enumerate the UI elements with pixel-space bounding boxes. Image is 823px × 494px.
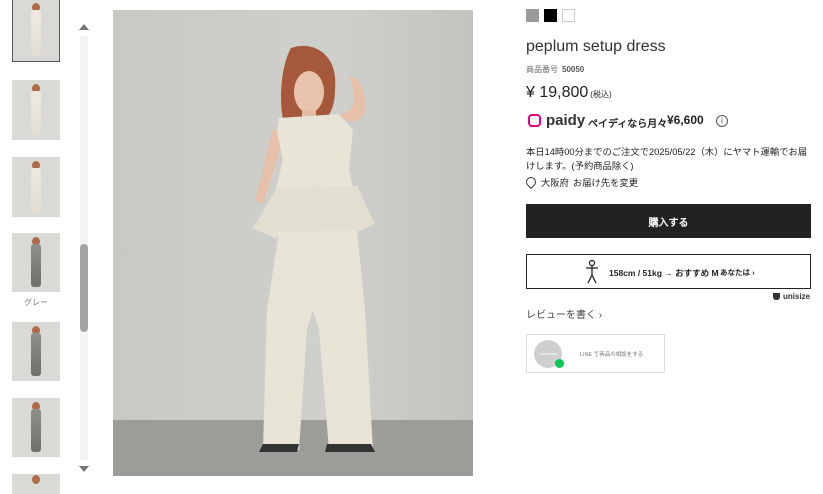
thumbnail-3[interactable] bbox=[12, 157, 60, 217]
tax-note: (税込) bbox=[590, 90, 612, 99]
paidy-monthly-label: ペイディなら月々 bbox=[588, 119, 668, 130]
product-title: peplum setup dress bbox=[526, 38, 666, 55]
location-pin-icon bbox=[523, 174, 539, 190]
product-sku: 商品番号 50050 bbox=[526, 64, 584, 75]
chevron-right-icon: › bbox=[598, 310, 603, 321]
info-icon[interactable]: i bbox=[716, 115, 728, 127]
line-consult-button[interactable]: consultant LINE で商品の相談をする bbox=[526, 334, 665, 373]
product-price: ¥ 19,800 (税込) bbox=[526, 84, 612, 102]
buy-button[interactable]: 購入する bbox=[526, 204, 811, 238]
line-icon bbox=[555, 359, 564, 368]
size-recommendation-text: 158cm / 51kg → おすすめ M bbox=[609, 268, 719, 278]
thumbnail-2[interactable] bbox=[12, 80, 60, 140]
main-product-image[interactable] bbox=[113, 10, 473, 476]
unisize-logo: unisize bbox=[773, 292, 810, 301]
thumbnail-5[interactable] bbox=[12, 322, 60, 381]
paidy-monthly-amount: ¥6,600 bbox=[667, 113, 704, 127]
swatch-black[interactable] bbox=[544, 9, 557, 22]
person-icon bbox=[586, 260, 598, 284]
size-you-link: あなたは › bbox=[720, 268, 755, 277]
swatch-white[interactable] bbox=[562, 9, 575, 22]
unisize-mark-icon bbox=[773, 293, 780, 300]
chevron-right-icon: › bbox=[752, 268, 755, 277]
size-recommendation-button[interactable]: 158cm / 51kg → おすすめ M あなたは › bbox=[526, 254, 811, 289]
line-consult-text: LINE で商品の相談をする bbox=[580, 352, 644, 358]
thumbnail-6[interactable] bbox=[12, 398, 60, 457]
thumbnail-7[interactable] bbox=[12, 474, 60, 494]
paidy-brand: paidy bbox=[546, 112, 586, 129]
scroll-up-arrow-icon[interactable] bbox=[79, 24, 89, 30]
paidy-logo-icon bbox=[528, 114, 541, 127]
delivery-location: 大阪府 お届け先を変更 bbox=[523, 174, 638, 190]
change-address-link[interactable]: お届け先を変更 bbox=[573, 178, 638, 188]
scrollbar-thumb[interactable] bbox=[80, 244, 88, 332]
price-value: ¥ 19,800 bbox=[526, 84, 589, 101]
scroll-down-arrow-icon[interactable] bbox=[79, 466, 89, 472]
sku-number: 50050 bbox=[562, 65, 585, 74]
thumbnail-rail: グレー bbox=[0, 0, 96, 494]
swatch-grey[interactable] bbox=[526, 9, 539, 22]
write-review-link[interactable]: レビューを書く › bbox=[526, 306, 602, 321]
thumbnail-1[interactable] bbox=[12, 0, 60, 62]
thumbnail-color-caption: グレー bbox=[24, 298, 48, 307]
sku-label: 商品番号 bbox=[526, 65, 558, 74]
location-prefecture: 大阪府 bbox=[541, 178, 569, 188]
delivery-estimate: 本日14時00分までのご注文で2025/05/22（木）にヤマト運輸でお届けしま… bbox=[526, 147, 808, 171]
model-illustration bbox=[253, 45, 375, 452]
thumbnail-4[interactable] bbox=[12, 233, 60, 292]
